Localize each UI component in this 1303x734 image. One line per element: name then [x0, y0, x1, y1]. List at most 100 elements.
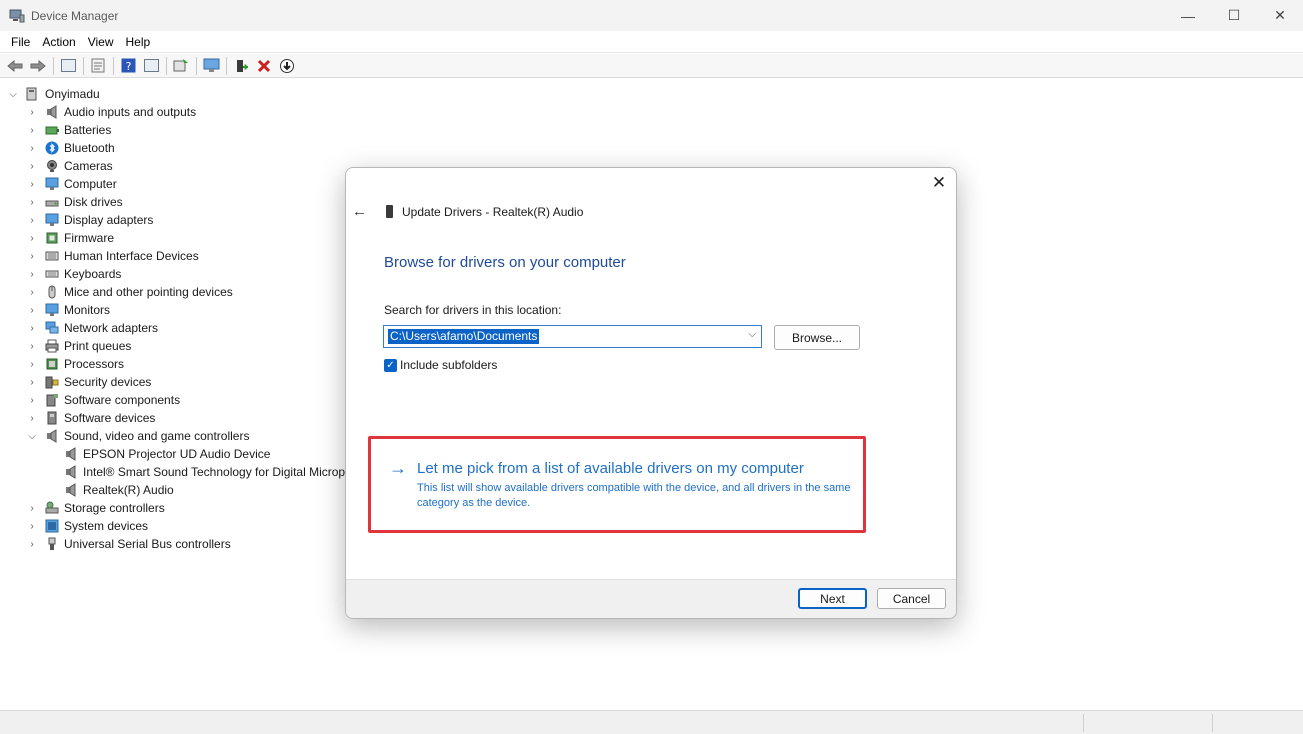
chevron-right-icon[interactable]: ›	[27, 287, 37, 298]
close-button[interactable]: ✕	[1257, 0, 1303, 31]
chevron-down-icon[interactable]: ⌵	[8, 89, 18, 100]
back-arrow-icon[interactable]: ←	[352, 204, 368, 220]
uninstall-device-icon[interactable]	[253, 56, 275, 76]
menu-action[interactable]: Action	[36, 35, 81, 49]
chevron-right-icon[interactable]: ›	[27, 521, 37, 532]
properties-icon[interactable]	[87, 56, 109, 76]
chevron-right-icon[interactable]: ›	[27, 125, 37, 136]
chevron-right-icon[interactable]: ›	[27, 377, 37, 388]
enable-device-icon[interactable]	[276, 56, 298, 76]
tree-item-category-2[interactable]: › Bluetooth	[27, 139, 114, 157]
update-driver-icon[interactable]	[170, 56, 192, 76]
chevron-right-icon[interactable]: ›	[27, 323, 37, 334]
chevron-right-icon[interactable]: ›	[27, 269, 37, 280]
chevron-right-icon[interactable]: ›	[27, 359, 37, 370]
network-adapter-icon	[45, 321, 59, 335]
tree-item-category-16[interactable]: › Software components	[27, 391, 180, 409]
tree-item-category-13[interactable]: › Print queues	[27, 337, 131, 355]
tree-item-category-12[interactable]: › Network adapters	[27, 319, 158, 337]
tree-item-label: Security devices	[64, 375, 152, 389]
chevron-right-icon[interactable]: ›	[27, 503, 37, 514]
keyboard-icon	[45, 267, 59, 281]
tree-item-category-18[interactable]: ⌵ Sound, video and game controllers	[27, 427, 249, 445]
tree-item-category-0[interactable]: › Audio inputs and outputs	[27, 103, 196, 121]
computer-icon	[26, 87, 40, 101]
arrow-right-icon[interactable]: →	[389, 458, 407, 478]
tree-item-label: Realtek(R) Audio	[83, 483, 174, 497]
menu-file[interactable]: File	[5, 35, 36, 49]
tree-item-category-17[interactable]: › Software devices	[27, 409, 155, 427]
chevron-right-icon[interactable]: ›	[27, 413, 37, 424]
chevron-right-icon[interactable]: ›	[27, 197, 37, 208]
speaker-icon	[64, 465, 78, 479]
chevron-right-icon[interactable]: ›	[27, 161, 37, 172]
tree-item-label: Sound, video and game controllers	[64, 429, 250, 443]
chevron-right-icon[interactable]: ›	[27, 107, 37, 118]
speaker-icon	[45, 429, 59, 443]
tree-item-category-8[interactable]: › Human Interface Devices	[27, 247, 199, 265]
tree-item-category-10[interactable]: › Mice and other pointing devices	[27, 283, 232, 301]
tree-item-category-6[interactable]: › Display adapters	[27, 211, 153, 229]
tree-item-category-7[interactable]: › Firmware	[27, 229, 114, 247]
menu-help[interactable]: Help	[120, 35, 157, 49]
tree-item-category-3[interactable]: › Cameras	[27, 157, 112, 175]
add-driver-icon[interactable]	[230, 56, 252, 76]
tree-item-label: Software components	[64, 393, 181, 407]
chevron-right-icon[interactable]: ›	[27, 341, 37, 352]
pick-from-list-description[interactable]: This list will show available drivers co…	[417, 481, 863, 511]
next-button[interactable]: Next	[798, 588, 867, 609]
tree-item-sound-device-0[interactable]: EPSON Projector UD Audio Device	[64, 445, 270, 463]
include-subfolders-checkbox[interactable]: ✓	[384, 359, 397, 372]
back-arrow-icon[interactable]	[4, 56, 26, 76]
tree-item-category-11[interactable]: › Monitors	[27, 301, 110, 319]
chevron-right-icon[interactable]: ›	[27, 251, 37, 262]
tree-item-category-after-0[interactable]: › Storage controllers	[27, 499, 164, 517]
tree-item-label: Display adapters	[64, 213, 154, 227]
chevron-down-icon[interactable]: ⌵	[27, 431, 37, 442]
tree-item-category-14[interactable]: › Processors	[27, 355, 124, 373]
forward-arrow-icon[interactable]	[27, 56, 49, 76]
browse-button[interactable]: Browse...	[774, 325, 860, 350]
tree-item-category-after-1[interactable]: › System devices	[27, 517, 148, 535]
chevron-right-icon[interactable]: ›	[27, 233, 37, 244]
action-pane-icon[interactable]	[140, 56, 162, 76]
tree-item-sound-device-1[interactable]: Intel® Smart Sound Technology for Digita…	[64, 463, 378, 481]
tree-item-category-5[interactable]: › Disk drives	[27, 193, 122, 211]
show-hide-console-tree-icon[interactable]	[57, 56, 79, 76]
tree-root[interactable]: ⌵ Onyimadu	[8, 85, 100, 103]
battery-icon	[45, 123, 59, 137]
tree-item-label: Human Interface Devices	[64, 249, 199, 263]
chevron-right-icon[interactable]: ›	[27, 539, 37, 550]
menu-view[interactable]: View	[82, 35, 120, 49]
chevron-down-icon[interactable]: ⌵	[748, 329, 756, 340]
include-subfolders-label[interactable]: Include subfolders	[400, 358, 497, 372]
tree-item-label: Computer	[64, 177, 117, 191]
tree-item-category-1[interactable]: › Batteries	[27, 121, 111, 139]
cancel-button[interactable]: Cancel	[877, 588, 946, 609]
chevron-right-icon[interactable]: ›	[27, 179, 37, 190]
tree-item-sound-device-2[interactable]: Realtek(R) Audio	[64, 481, 174, 499]
scan-hardware-icon[interactable]	[200, 56, 222, 76]
driver-path-value[interactable]: C:\Users\afamo\Documents	[388, 329, 540, 344]
help-icon[interactable]: ?	[117, 56, 139, 76]
tree-item-category-after-2[interactable]: › Universal Serial Bus controllers	[27, 535, 231, 553]
maximize-button[interactable]: ☐	[1211, 0, 1257, 31]
chevron-right-icon[interactable]: ›	[27, 143, 37, 154]
chevron-right-icon[interactable]: ›	[27, 395, 37, 406]
dialog-heading: Browse for drivers on your computer	[384, 254, 626, 271]
tree-item-category-9[interactable]: › Keyboards	[27, 265, 121, 283]
driver-path-combobox[interactable]: C:\Users\afamo\Documents ⌵	[383, 325, 762, 348]
pick-from-list-link[interactable]: Let me pick from a list of available dri…	[417, 460, 804, 477]
tree-item-category-4[interactable]: › Computer	[27, 175, 117, 193]
tree-item-label: Software devices	[64, 411, 156, 425]
tree-item-category-15[interactable]: › Security devices	[27, 373, 151, 391]
chevron-right-icon[interactable]: ›	[27, 305, 37, 316]
chevron-right-icon[interactable]: ›	[27, 215, 37, 226]
window-title: Device Manager	[31, 8, 119, 23]
title-bar: Device Manager — ☐ ✕	[0, 0, 1303, 31]
speaker-icon	[45, 105, 59, 119]
minimize-button[interactable]: —	[1165, 0, 1211, 31]
tree-item-label: Batteries	[64, 123, 112, 137]
dialog-close-icon[interactable]: ✕	[930, 174, 948, 192]
tree-item-label: Universal Serial Bus controllers	[64, 537, 231, 551]
